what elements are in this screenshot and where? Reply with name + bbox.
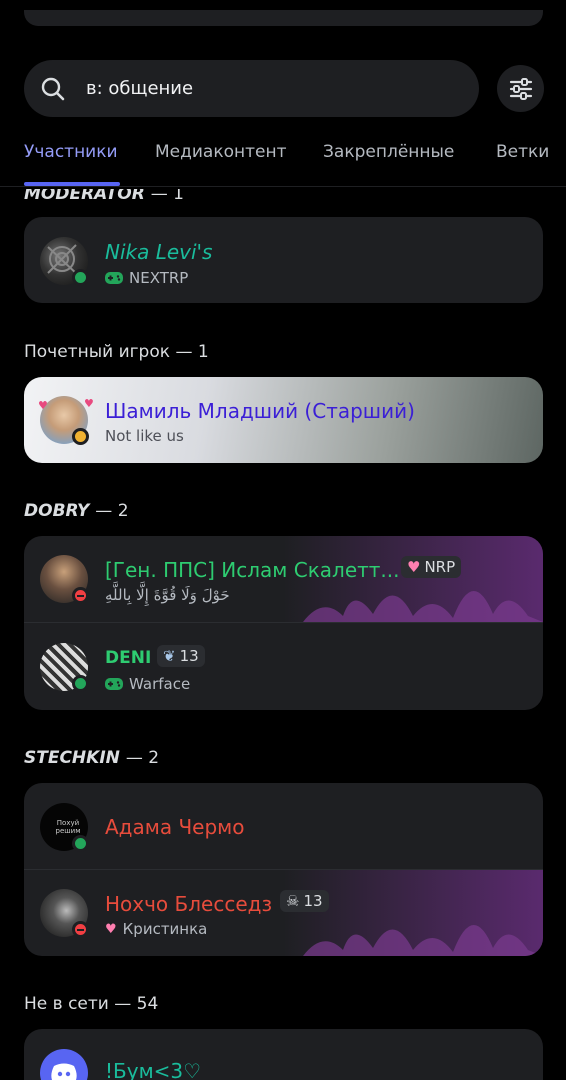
- member-row[interactable]: Nika Levi's NEXTRP: [24, 217, 543, 303]
- member-activity: NEXTRP: [105, 269, 188, 287]
- member-name: Шамиль Младший (Старший): [105, 399, 415, 423]
- member-activity: ♥ Кристинка: [105, 920, 208, 938]
- member-card-stechkin: Похуй решим Адама Чермо Нохчо Блесседз ☠…: [24, 783, 543, 956]
- section-header-dobry: DOBRY — 2: [24, 501, 129, 521]
- member-name: [Ген. ППС] Ислам Скалетт...: [105, 558, 400, 582]
- tab-members[interactable]: Участники: [24, 142, 118, 162]
- tab-media[interactable]: Медиаконтент: [155, 142, 287, 162]
- member-card-moderator: Nika Levi's NEXTRP: [24, 217, 543, 303]
- heart-decoration-icon: ♥: [38, 399, 48, 412]
- status-dnd-indicator: [72, 921, 89, 938]
- server-tag: ♥ NRP: [401, 556, 462, 578]
- status-online-indicator: [72, 835, 89, 852]
- search-input[interactable]: в: общение: [86, 78, 193, 99]
- section-header-honored: Почетный игрок — 1: [24, 342, 209, 362]
- member-activity: حَوْلَ وَلَا قُوَّةَ إِلَّا بِاللَّهِ: [105, 586, 230, 604]
- member-row[interactable]: ♥ ♥ Шамиль Младший (Старший) Not like us: [24, 377, 543, 463]
- status-dnd-indicator: [72, 587, 89, 604]
- section-header-moderator: MODERATOR — 1: [24, 184, 185, 204]
- pink-heart-icon: ♥: [407, 558, 421, 576]
- flame-decoration: [283, 870, 543, 956]
- member-activity: Warface: [105, 675, 190, 693]
- section-header-stechkin: STECHKIN — 2: [24, 748, 160, 768]
- server-tag: ☠ 13: [280, 890, 329, 912]
- tab-threads[interactable]: Ветки: [496, 142, 549, 162]
- member-card-honored: ♥ ♥ Шамиль Младший (Старший) Not like us: [24, 377, 543, 463]
- member-name: DENI: [105, 648, 152, 668]
- sliders-icon: [509, 77, 532, 100]
- search-bar[interactable]: в: общение: [24, 60, 479, 117]
- heart-decoration-icon: ♥: [84, 397, 94, 410]
- sparkling-heart-icon: ♥: [105, 921, 117, 937]
- member-card-offline: !Бум<3♡: [24, 1029, 543, 1080]
- tab-bar: Участники Медиаконтент Закреплённые Ветк…: [24, 140, 566, 170]
- search-icon: [41, 77, 65, 100]
- status-idle-indicator: [72, 428, 89, 445]
- filter-button[interactable]: [497, 65, 544, 112]
- status-online-indicator: [72, 675, 89, 692]
- member-activity: Not like us: [105, 427, 184, 445]
- status-online-indicator: [72, 269, 89, 286]
- tab-pinned[interactable]: Закреплённые: [323, 142, 454, 162]
- member-name: !Бум<3♡: [105, 1059, 202, 1080]
- gamepad-icon: [105, 678, 123, 690]
- member-row[interactable]: DENI ❦ 13 Warface: [24, 622, 543, 708]
- server-tag: ❦ 13: [157, 645, 205, 667]
- skull-icon: ☠: [286, 892, 300, 910]
- member-name: Нохчо Блесседз: [105, 892, 273, 916]
- member-row[interactable]: Нохчо Блесседз ☠ 13 ♥ Кристинка: [24, 869, 543, 956]
- member-row[interactable]: Похуй решим Адама Чермо: [24, 783, 543, 869]
- member-name: Адама Чермо: [105, 815, 245, 839]
- member-row[interactable]: !Бум<3♡: [24, 1029, 543, 1080]
- previous-card-edge: [24, 10, 543, 26]
- gamepad-icon: [105, 272, 123, 284]
- tabs-divider: [0, 186, 566, 187]
- feather-icon: ❦: [163, 647, 176, 665]
- member-row[interactable]: [Ген. ППС] Ислам Скалетт... ♥ NRP حَوْلَ…: [24, 536, 543, 622]
- member-card-dobry: [Ген. ППС] Ислам Скалетт... ♥ NRP حَوْلَ…: [24, 536, 543, 710]
- section-header-offline: Не в сети — 54: [24, 994, 159, 1014]
- discord-logo-icon: [40, 1049, 88, 1080]
- member-name: Nika Levi's: [105, 240, 213, 264]
